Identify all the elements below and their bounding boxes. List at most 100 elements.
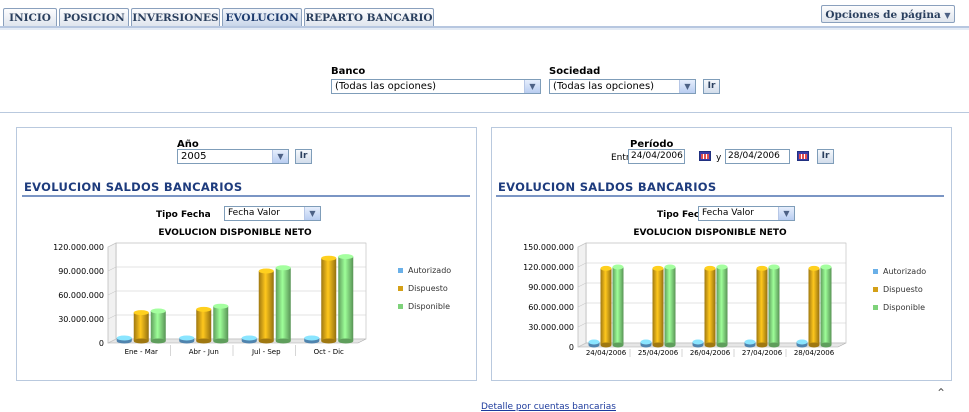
- bar: [612, 267, 624, 345]
- bar: [652, 268, 664, 345]
- page-options-label: Opciones de página: [825, 9, 941, 21]
- y-label: y: [716, 153, 722, 163]
- left-section-title: EVOLUCION SALDOS BANCARIOS: [24, 180, 243, 194]
- bar-base: [600, 342, 612, 348]
- bar: [275, 267, 291, 341]
- left-section-rule: [22, 195, 470, 197]
- tab-underline-light: [0, 28, 969, 30]
- sociedad-label: Sociedad: [549, 66, 601, 77]
- bar-cap: [133, 310, 149, 316]
- tab-posicion[interactable]: POSICION: [59, 8, 129, 26]
- y-tick-label: 60.000.000: [58, 291, 104, 300]
- bar: [196, 309, 212, 341]
- x-tick-label: 27/04/2006: [742, 349, 783, 357]
- bar-base: [664, 342, 676, 348]
- bar-cap: [304, 335, 320, 341]
- chart-wall: [577, 242, 587, 348]
- bar-base: [213, 338, 229, 344]
- tab-reparto-bancario[interactable]: REPARTO BANCARIO: [304, 8, 434, 26]
- anio-select-value: 2005: [181, 151, 207, 162]
- x-tick-label: 24/04/2006: [586, 349, 627, 357]
- chevron-down-icon: ▼: [304, 207, 320, 220]
- left-chart: 0 30.000.000 60.000.000 90.000.000 120.000.0…: [53, 242, 451, 356]
- date-from-input[interactable]: 24/04/2006: [628, 149, 685, 164]
- chevron-down-icon: ▼: [272, 150, 288, 163]
- bar: [321, 258, 337, 341]
- bar: [768, 267, 780, 345]
- bar-base: [768, 342, 780, 348]
- bar-cap: [692, 339, 704, 345]
- tab-evolucion[interactable]: EVOLUCION: [222, 8, 302, 26]
- bar: [258, 271, 274, 341]
- bar-cap: [744, 339, 756, 345]
- page-options-button[interactable]: Opciones de página ▼: [821, 5, 955, 23]
- bar-cap: [116, 335, 132, 341]
- bar-base: [652, 342, 664, 348]
- left-tipo-label: Tipo Fecha: [156, 210, 211, 220]
- tab-inicio[interactable]: INICIO: [3, 8, 57, 26]
- bar: [808, 268, 820, 345]
- legend-swatch: [398, 304, 403, 309]
- bar-base: [275, 338, 291, 344]
- bar-cap: [704, 265, 716, 271]
- bar-base: [612, 342, 624, 348]
- legend-label: Dispuesto: [883, 285, 923, 294]
- bar-base: [808, 342, 820, 348]
- chevron-down-icon: ▼: [524, 80, 540, 93]
- chevron-down-icon: ▼: [944, 10, 951, 20]
- bar-cap: [275, 265, 291, 271]
- y-tick-label: 90.000.000: [58, 267, 104, 276]
- chevron-down-icon: ▼: [679, 80, 695, 93]
- x-tick-label: Oct - Dic: [314, 348, 344, 356]
- legend-swatch: [398, 286, 403, 291]
- y-tick-label: 120.000.000: [53, 243, 104, 252]
- plot-area: [585, 242, 847, 344]
- calendar-icon[interactable]: [699, 151, 711, 161]
- legend-swatch: [873, 305, 878, 310]
- x-tick-label: Ene - Mar: [125, 348, 158, 356]
- bar: [756, 268, 768, 345]
- calendar-icon[interactable]: [797, 151, 809, 161]
- anio-go-button[interactable]: Ir: [295, 149, 312, 164]
- bar-cap: [664, 264, 676, 270]
- legend-swatch: [873, 287, 878, 292]
- bar-base: [704, 342, 716, 348]
- bar-base: [258, 338, 274, 344]
- left-tipo-select[interactable]: Fecha Valor ▼: [224, 206, 321, 221]
- banco-select[interactable]: (Todas las opciones) ▼: [331, 79, 541, 94]
- periodo-go-button[interactable]: Ir: [817, 149, 834, 164]
- bar-cap: [652, 265, 664, 271]
- sociedad-select[interactable]: (Todas las opciones) ▼: [549, 79, 696, 94]
- detalle-cuentas-link[interactable]: Detalle por cuentas bancarias: [481, 402, 616, 412]
- right-section-rule: [496, 195, 944, 197]
- anio-select[interactable]: 2005 ▼: [177, 149, 289, 164]
- bar-base: [338, 338, 354, 344]
- bar-cap: [321, 255, 337, 261]
- right-tipo-select[interactable]: Fecha Valor ▼: [698, 206, 795, 221]
- tab-inversiones[interactable]: INVERSIONES: [131, 8, 220, 26]
- bar: [664, 267, 676, 345]
- bar-cap: [796, 339, 808, 345]
- y-tick-label: 30.000.000: [58, 315, 104, 324]
- filter-go-button[interactable]: Ir: [703, 79, 720, 94]
- scroll-top-icon[interactable]: ⌃: [936, 386, 946, 400]
- x-tick-label: 26/04/2006: [690, 349, 731, 357]
- y-tick-label: 120.000.000: [523, 263, 574, 272]
- bar: [820, 267, 832, 345]
- x-tick-label: 28/04/2006: [794, 349, 835, 357]
- right-chart: 0 30.000.000 60.000.000 90.000.000 120.000.0…: [523, 242, 926, 357]
- left-tipo-value: Fecha Valor: [228, 208, 280, 218]
- y-tick-label: 30.000.000: [528, 323, 574, 332]
- bar-base: [133, 338, 149, 344]
- bar-cap: [768, 264, 780, 270]
- bar-cap: [213, 303, 229, 309]
- legend-label: Autorizado: [883, 267, 926, 276]
- legend-swatch: [873, 269, 878, 274]
- bar: [133, 312, 149, 341]
- bar-cap: [640, 339, 652, 345]
- separator: [0, 112, 969, 113]
- y-tick-label: 60.000.000: [528, 303, 574, 312]
- legend-label: Disponible: [883, 303, 925, 312]
- bar-cap: [241, 335, 257, 341]
- date-to-input[interactable]: 28/04/2006: [725, 149, 790, 164]
